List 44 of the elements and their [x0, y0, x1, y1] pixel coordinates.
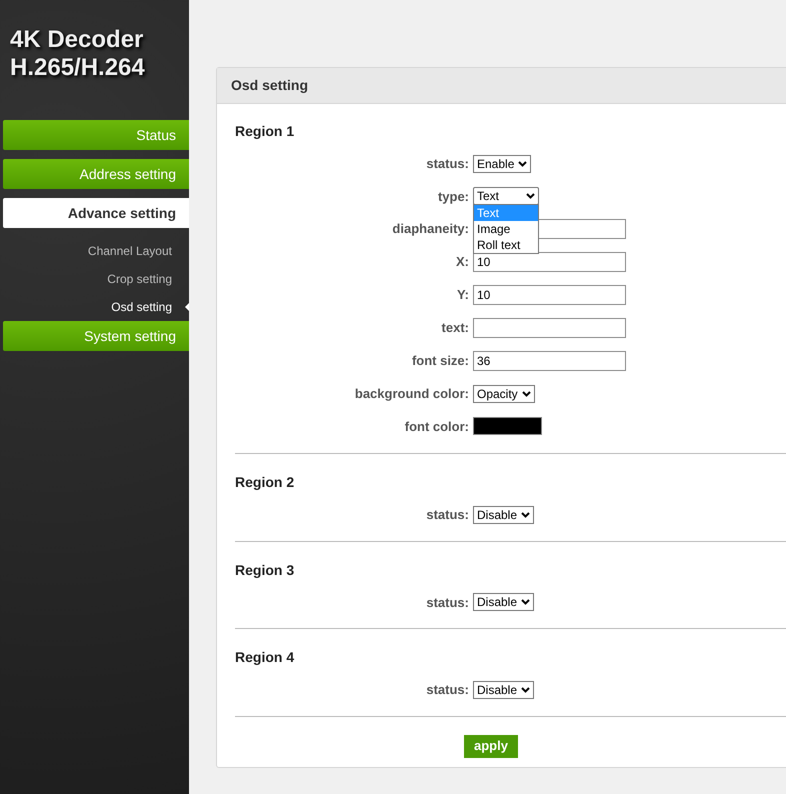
color-swatch[interactable]: [473, 417, 542, 436]
dropdown[interactable]: Enable: [473, 154, 532, 173]
field-label: type:: [438, 188, 469, 206]
field-label: text:: [442, 319, 469, 338]
dropdown-option[interactable]: Roll text: [474, 237, 538, 254]
region-title: Region 4: [235, 648, 296, 667]
chevron-down-icon: [518, 160, 528, 167]
dropdown-option[interactable]: Image: [474, 221, 538, 238]
logo-text: H.265/H.264: [10, 54, 146, 82]
field-label: font size:: [412, 352, 469, 370]
dropdown[interactable]: Opacity: [473, 384, 535, 403]
dropdown[interactable]: Text: [473, 187, 539, 206]
field-label: Y:: [456, 286, 469, 304]
region-title: Region 3: [235, 560, 296, 580]
field-label: status:: [426, 681, 469, 699]
panel-title: Osd setting: [231, 76, 308, 95]
field-label: background color:: [354, 385, 469, 403]
dropdown[interactable]: Disable: [473, 593, 534, 612]
field-label: X:: [456, 253, 469, 272]
region-title: Region 1: [235, 122, 296, 141]
nav-button[interactable]: Advance setting: [3, 198, 189, 228]
input-field[interactable]: 10: [473, 252, 626, 272]
dropdown[interactable]: Disable: [473, 680, 534, 699]
triangle-pointer-icon: [185, 303, 189, 311]
chevron-down-icon: [526, 193, 535, 200]
input-field[interactable]: 10: [473, 285, 626, 305]
chevron-down-icon: [521, 686, 530, 693]
field-label: status:: [426, 506, 469, 524]
region-title: Region 2: [235, 473, 296, 492]
field-label: diaphaneity:: [392, 220, 469, 238]
chevron-down-icon: [521, 599, 530, 606]
dropdown[interactable]: Disable: [473, 506, 534, 524]
chevron-down-icon: [521, 512, 530, 518]
apply-button[interactable]: apply: [464, 734, 518, 758]
input-field[interactable]: [473, 318, 626, 338]
nav-subitem[interactable]: Channel Layout: [88, 242, 172, 260]
field-label: font color:: [404, 418, 469, 436]
nav-subitem[interactable]: Crop setting: [107, 270, 172, 288]
field-label: status:: [426, 594, 469, 612]
chevron-down-icon: [522, 390, 531, 397]
logo-text: 4K Decoder: [10, 26, 144, 54]
nav-subitem[interactable]: Osd setting: [111, 298, 172, 316]
input-field[interactable]: 36: [473, 351, 626, 371]
field-label: status:: [426, 155, 469, 173]
